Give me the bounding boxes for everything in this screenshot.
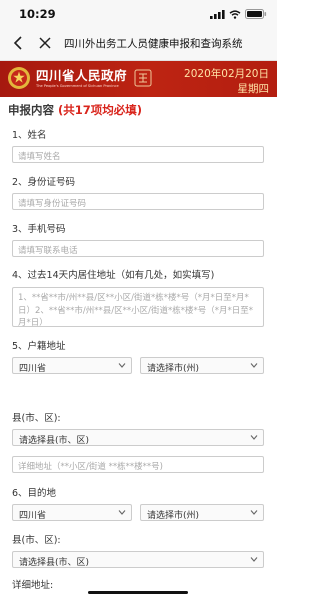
hukou-city-select[interactable]: 请选择市(州) (140, 357, 264, 374)
status-time: 10:29 (19, 7, 56, 21)
battery-icon (245, 9, 267, 19)
national-emblem-icon (8, 67, 30, 89)
hukou-province-value: 四川省 (19, 364, 47, 374)
hukou-county-value: 请选择县(市、区) (19, 436, 90, 446)
id-number-label: 2、身份证号码 (12, 177, 76, 188)
wifi-icon (229, 9, 241, 19)
form-title-text: 申报内容 (8, 103, 54, 117)
phone-input[interactable]: 请填写联系电话 (12, 240, 264, 257)
close-icon[interactable] (38, 35, 52, 51)
status-bar: 10:29 (0, 0, 277, 26)
name-input[interactable]: 请填写姓名 (12, 146, 264, 163)
hukou-province-select[interactable]: 四川省 (12, 357, 132, 374)
form-title: 申报内容 (共17项均必填) (8, 102, 142, 118)
dest-province-select[interactable]: 四川省 (12, 504, 132, 521)
dest-detail-label: 详细地址: (12, 580, 54, 591)
dest-county-value: 请选择县(市、区) (19, 558, 90, 568)
seal-icon (134, 69, 152, 87)
dest-province-value: 四川省 (19, 511, 47, 521)
chevron-down-icon (250, 435, 258, 440)
gov-english-name: The People's Government of Sichuan Provi… (36, 84, 119, 88)
status-icons (210, 9, 267, 19)
gov-name: 四川省人民政府 (36, 68, 128, 83)
back-icon[interactable] (12, 35, 26, 51)
nav-bar: 四川外出务工人员健康申报和查询系统 (0, 26, 277, 61)
name-label: 1、姓名 (12, 130, 47, 141)
home-indicator (88, 591, 188, 594)
hukou-city-value: 请选择市(州) (147, 364, 200, 374)
hukou-label: 5、户籍地址 (12, 341, 66, 352)
hukou-county-label: 县(市、区): (12, 413, 61, 424)
residence-textarea[interactable]: 1、**省**市/州**县/区**小区/街道*栋*楼*号（*月*日至*月*日）2… (12, 287, 264, 328)
chevron-down-icon (250, 557, 258, 562)
chevron-down-icon (250, 363, 258, 368)
page-title: 四川外出务工人员健康申报和查询系统 (64, 38, 243, 50)
gov-banner: 四川省人民政府 The People's Government of Sichu… (0, 61, 277, 97)
phone-label: 3、手机号码 (12, 224, 66, 235)
hukou-detail-input[interactable]: 详细地址（**小区/街道 **栋**楼**号) (12, 456, 264, 473)
banner-date: 2020年02月20日 (184, 68, 269, 80)
chevron-down-icon (250, 510, 258, 515)
banner-weekday: 星期四 (237, 83, 270, 95)
dest-county-label: 县(市、区): (12, 535, 61, 546)
destination-label: 6、目的地 (12, 488, 57, 499)
chevron-down-icon (118, 363, 126, 368)
chevron-down-icon (118, 510, 126, 515)
dest-city-select[interactable]: 请选择市(州) (140, 504, 264, 521)
signal-icon (210, 9, 225, 19)
dest-county-select[interactable]: 请选择县(市、区) (12, 551, 264, 568)
id-number-input[interactable]: 请填写身份证号码 (12, 193, 264, 210)
hukou-county-select[interactable]: 请选择县(市、区) (12, 429, 264, 446)
dest-city-value: 请选择市(州) (147, 511, 200, 521)
residence-label: 4、过去14天内居住地址（如有几处，如实填写) (12, 270, 215, 281)
required-note: (共17项均必填) (58, 103, 143, 117)
